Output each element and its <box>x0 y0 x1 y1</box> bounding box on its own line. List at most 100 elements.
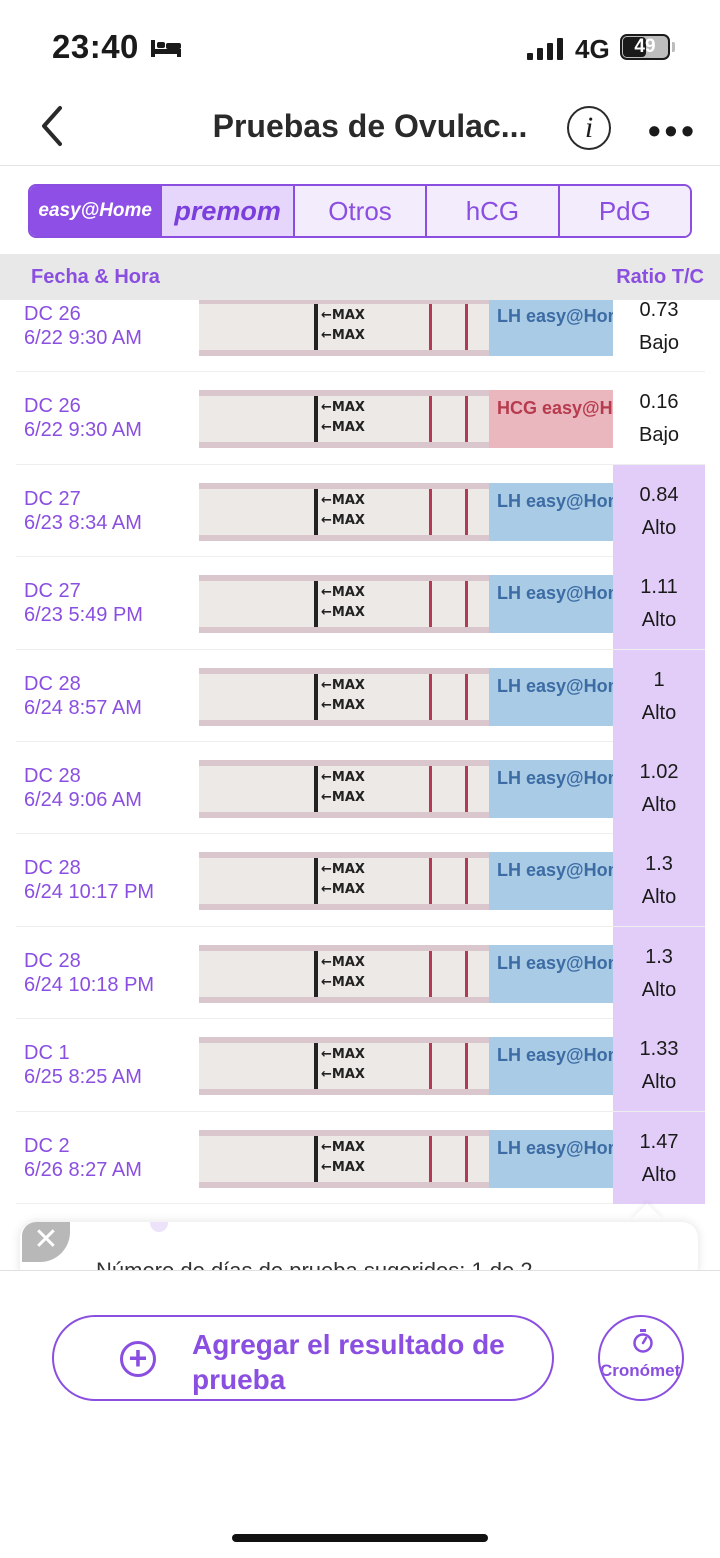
test-strip-photo[interactable]: ←MAX ←MAX LH easy@Home LH <box>199 1129 613 1188</box>
ratio-level: Alto <box>641 793 677 816</box>
table-row[interactable]: DC 276/23 8:34 AM ←MAX ←MAX LH easy@Home LH… <box>16 464 705 558</box>
test-strip-photo[interactable]: ←MAX ←MAX LH easy@Home LH <box>199 667 613 726</box>
status-bar: 23:40 4G 49 <box>0 0 720 90</box>
table-row[interactable]: DC 286/24 10:18 PM ←MAX ←MAX LH easy@Home L… <box>16 926 705 1020</box>
strip-test-line <box>429 396 432 443</box>
ratio-value: 1.47 <box>639 1130 679 1153</box>
nav-bar: Pruebas de Ovulac... i ••• <box>0 90 720 166</box>
test-datetime: 6/23 5:49 PM <box>24 604 143 627</box>
test-strip-photo[interactable]: ←MAX ←MAX LH easy@Home LH <box>199 944 613 1003</box>
battery-level: 49 <box>634 36 656 57</box>
strip-control-line <box>465 1135 468 1182</box>
test-strip-photo[interactable]: ←MAX ←MAX LH easy@Home LH <box>199 300 613 356</box>
strip-test-line <box>429 858 432 905</box>
close-icon[interactable]: ✕ <box>22 1222 70 1262</box>
home-indicator[interactable] <box>232 1534 488 1542</box>
test-strip-photo[interactable]: ←MAX ←MAX LH easy@Home LH <box>199 759 613 818</box>
table-header: Fecha & Hora Ratio T/C <box>0 254 720 300</box>
table-row[interactable]: DC 266/22 9:30 AM ←MAX ←MAX HCG easy@Home H… <box>16 372 705 465</box>
battery-cap <box>672 42 675 52</box>
row-date: DC 27 6/23 5:49 PM <box>24 579 143 627</box>
ratio-cell: 1.33 Alto <box>613 1019 705 1112</box>
tab-otros[interactable]: Otros <box>294 186 428 236</box>
table-row[interactable]: DC 286/24 10:17 PM ←MAX ←MAX LH easy@Home L… <box>16 834 705 927</box>
tab-easy-home[interactable]: easy@Home <box>30 186 163 236</box>
table-row[interactable]: DC 286/24 8:57 AM ←MAX ←MAX LH easy@Home LH… <box>16 649 705 742</box>
ratio-value: 1.02 <box>639 760 679 783</box>
strip-max-label: ←MAX <box>321 1067 365 1083</box>
strip-max-label: ←MAX <box>321 1139 365 1155</box>
bottom-bar: + Agregar el resultado de prueba Cronóme… <box>0 1270 720 1558</box>
strip-control-line <box>465 950 468 997</box>
tooltip-dot <box>150 1222 168 1232</box>
table-row[interactable]: DC 266/22 9:30 AM ←MAX ←MAX LH easy@Home LH… <box>16 300 705 373</box>
strip-max-label: ←MAX <box>321 605 365 621</box>
ratio-value: 1.33 <box>639 1038 679 1061</box>
strip-test-line <box>429 673 432 720</box>
table-row[interactable]: DC 16/25 8:25 AM←MAX←MAXLH easy@Home LH1… <box>16 1019 705 1112</box>
strip-test-line <box>429 1043 432 1090</box>
ratio-value: 0.73 <box>639 300 679 321</box>
strip-max-label: ←MAX <box>321 585 365 601</box>
test-strip-photo[interactable]: ←MAX ←MAX LH easy@Home LH <box>199 852 613 911</box>
strip-max-line <box>314 858 318 905</box>
strip-max-label: ←MAX <box>321 954 365 970</box>
ratio-cell: 0.84 Alto <box>613 464 705 557</box>
ratio-cell: 0.16 Bajo <box>613 372 705 464</box>
strip-max-line <box>314 396 318 443</box>
table-row[interactable]: DC 26/26 8:27 AM ←MAX←MAXLH easy@Home LH 1… <box>16 1111 705 1204</box>
strip-test-line <box>429 581 432 628</box>
plus-circle-icon: + <box>120 1341 156 1377</box>
back-chevron-icon[interactable] <box>36 104 72 148</box>
strip-brand-label: LH easy@Home LH <box>489 759 613 818</box>
strip-max-label: ←MAX <box>321 328 365 343</box>
cycle-day: DC 27 <box>24 487 81 510</box>
cycle-day: DC 26 <box>24 395 81 418</box>
strip-brand-label: LH easy@Home LH <box>489 667 613 726</box>
row-date: DC 26 6/22 9:30 AM <box>24 302 142 350</box>
timer-label: Cronómetro <box>600 1361 682 1380</box>
strip-max-label: ←MAX <box>321 769 365 785</box>
test-strip-photo[interactable]: ←MAX ←MAX LH easy@Home LH <box>199 575 613 634</box>
strip-control-line <box>465 858 468 905</box>
strip-max-line <box>314 1043 318 1090</box>
row-date: DC 28 6/24 10:17 PM <box>24 856 154 904</box>
ratio-value: 0.84 <box>639 483 679 506</box>
strip-brand-label: LH easy@Home LH <box>489 1037 613 1096</box>
test-datetime: 6/24 10:17 PM <box>24 881 155 904</box>
battery-icon: 49 <box>620 34 670 60</box>
stopwatch-icon <box>633 1329 653 1353</box>
strip-max-label: ←MAX <box>321 882 365 898</box>
test-strip-photo[interactable]: ←MAX ←MAX HCG easy@Home HCG <box>199 390 613 449</box>
strip-max-label: ←MAX <box>321 862 365 878</box>
strip-brand-label: HCG easy@Home HCG <box>489 390 613 449</box>
strip-max-line <box>314 488 318 535</box>
strip-max-line <box>314 304 318 350</box>
test-strip-photo[interactable]: ←MAX ←MAX LH easy@Home LH <box>199 482 613 541</box>
info-icon[interactable]: i <box>567 106 611 150</box>
bed-icon <box>151 40 181 57</box>
test-strip-photo[interactable]: ←MAX ←MAX LH easy@Home LH <box>199 1037 613 1096</box>
table-row[interactable]: DC 276/23 5:49 PM ←MAX ←MAX LH easy@Home LH… <box>16 557 705 650</box>
timer-button[interactable]: Cronómetro <box>598 1315 684 1401</box>
tab-hcg[interactable]: hCG <box>427 186 560 236</box>
table-row[interactable]: DC 286/24 9:06 AM ←MAX ←MAX LH easy@Home LH… <box>16 741 705 835</box>
test-datetime: 6/26 8:27 AM <box>24 1158 142 1181</box>
strip-max-line <box>314 950 318 997</box>
more-icon[interactable]: ••• <box>648 110 698 152</box>
add-result-button[interactable]: + Agregar el resultado de prueba <box>52 1315 554 1401</box>
tab-pdg[interactable]: PdG <box>559 186 690 236</box>
tab-premom[interactable]: premom <box>162 186 295 236</box>
ratio-level: Bajo <box>638 424 680 447</box>
row-date: DC 26 6/22 9:30 AM <box>24 394 142 442</box>
cycle-day: DC 2 <box>24 1134 70 1157</box>
strip-control-line <box>465 673 468 720</box>
strip-max-label: ←MAX <box>321 420 365 436</box>
strip-max-label: ←MAX <box>321 697 365 713</box>
results-list[interactable]: DC 266/22 9:30 AM←MAX←MAXLH easy@Home LH… <box>0 300 720 1204</box>
ratio-level: Alto <box>641 701 677 724</box>
strip-test-line <box>429 950 432 997</box>
brand-tabs: easy@Home premom Otros hCG PdG <box>28 184 692 238</box>
test-datetime: 6/23 8:34 AM <box>24 511 142 534</box>
ratio-cell: 1.3 Alto <box>613 926 705 1019</box>
